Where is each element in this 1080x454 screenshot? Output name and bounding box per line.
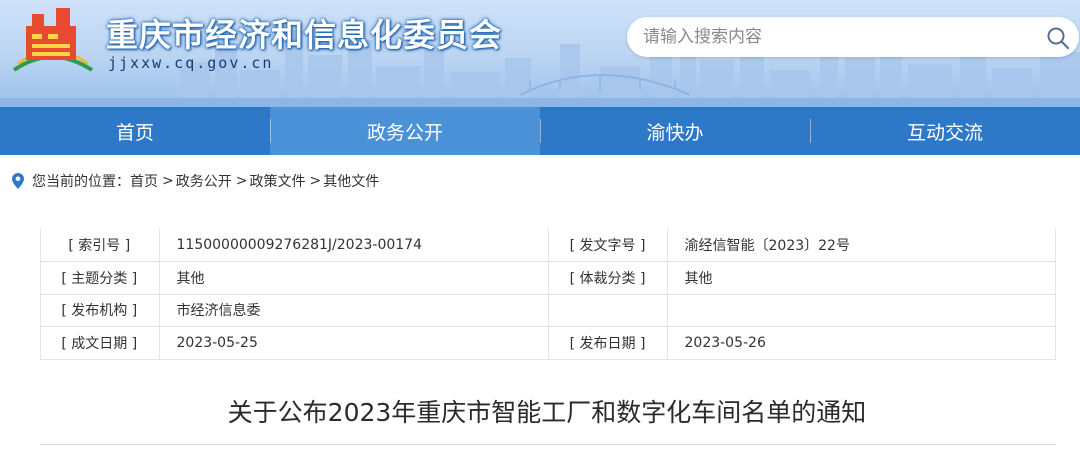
info-value-written-date: 2023-05-25 [158, 326, 549, 360]
breadcrumb-separator: > [235, 173, 248, 189]
nav-item-interaction[interactable]: 互动交流 [810, 107, 1080, 155]
info-value-doc-number: 渝经信智能〔2023〕22号 [666, 229, 1056, 262]
info-label-publisher: [ 发布机构 ] [40, 293, 160, 327]
info-value-publish-date: 2023-05-26 [666, 326, 1056, 360]
nav-item-home[interactable]: 首页 [0, 107, 270, 155]
logo-icon[interactable] [8, 4, 96, 76]
main-nav: 首页 政务公开 渝快办 互动交流 [0, 107, 1080, 155]
breadcrumb-other-documents[interactable]: 其他文件 [323, 171, 379, 191]
info-label-doc-number: [ 发文字号 ] [547, 229, 668, 262]
location-pin-icon [12, 173, 24, 189]
table-row: [ 主题分类 ] 其他 [ 体裁分类 ] 其他 [40, 261, 1056, 295]
info-label-genre: [ 体裁分类 ] [547, 261, 668, 295]
search-input[interactable] [643, 17, 1023, 57]
info-label-topic: [ 主题分类 ] [40, 261, 160, 295]
table-row: [ 发布机构 ] 市经济信息委 [40, 293, 1056, 327]
breadcrumb-government-affairs[interactable]: 政务公开 [176, 171, 232, 191]
info-value-genre: 其他 [666, 261, 1056, 295]
article-title: 关于公布2023年重庆市智能工厂和数字化车间名单的通知 [227, 398, 867, 427]
header-banner: 重庆市经济和信息化委员会 jjxxw.cq.gov.cn [0, 0, 1080, 107]
breadcrumb-prefix: 您当前的位置： [32, 174, 130, 190]
table-row: [ 成文日期 ] 2023-05-25 [ 发布日期 ] 2023-05-26 [40, 326, 1056, 360]
title-divider [40, 444, 1056, 445]
info-label-written-date: [ 成文日期 ] [40, 326, 160, 360]
search-icon[interactable] [1046, 26, 1070, 50]
info-label-index-number: [ 索引号 ] [40, 229, 160, 262]
site-domain: jjxxw.cq.gov.cn [108, 54, 274, 72]
info-value-topic: 其他 [158, 261, 549, 295]
document-info-table: [ 索引号 ] 11500000009276281J/2023-00174 [ … [40, 229, 1056, 360]
nav-item-government-affairs[interactable]: 政务公开 [270, 107, 540, 155]
info-value-empty [666, 293, 1056, 327]
info-label-publish-date: [ 发布日期 ] [547, 326, 668, 360]
info-label-empty [547, 293, 668, 327]
site-title[interactable]: 重庆市经济和信息化委员会 [106, 10, 502, 56]
nav-item-yukuaiban[interactable]: 渝快办 [540, 107, 810, 155]
search-box [627, 17, 1079, 57]
breadcrumb-policy-documents[interactable]: 政策文件 [249, 171, 305, 191]
breadcrumb-home[interactable]: 首页 [130, 171, 158, 191]
breadcrumb-separator: > [309, 173, 322, 189]
table-row: [ 索引号 ] 11500000009276281J/2023-00174 [ … [40, 229, 1056, 262]
breadcrumb: 您当前的位置： 首页 > 政务公开 > 政策文件 > 其他文件 [12, 170, 379, 192]
breadcrumb-separator: > [162, 173, 174, 189]
info-value-publisher: 市经济信息委 [158, 293, 549, 327]
info-value-index-number: 11500000009276281J/2023-00174 [158, 229, 549, 262]
